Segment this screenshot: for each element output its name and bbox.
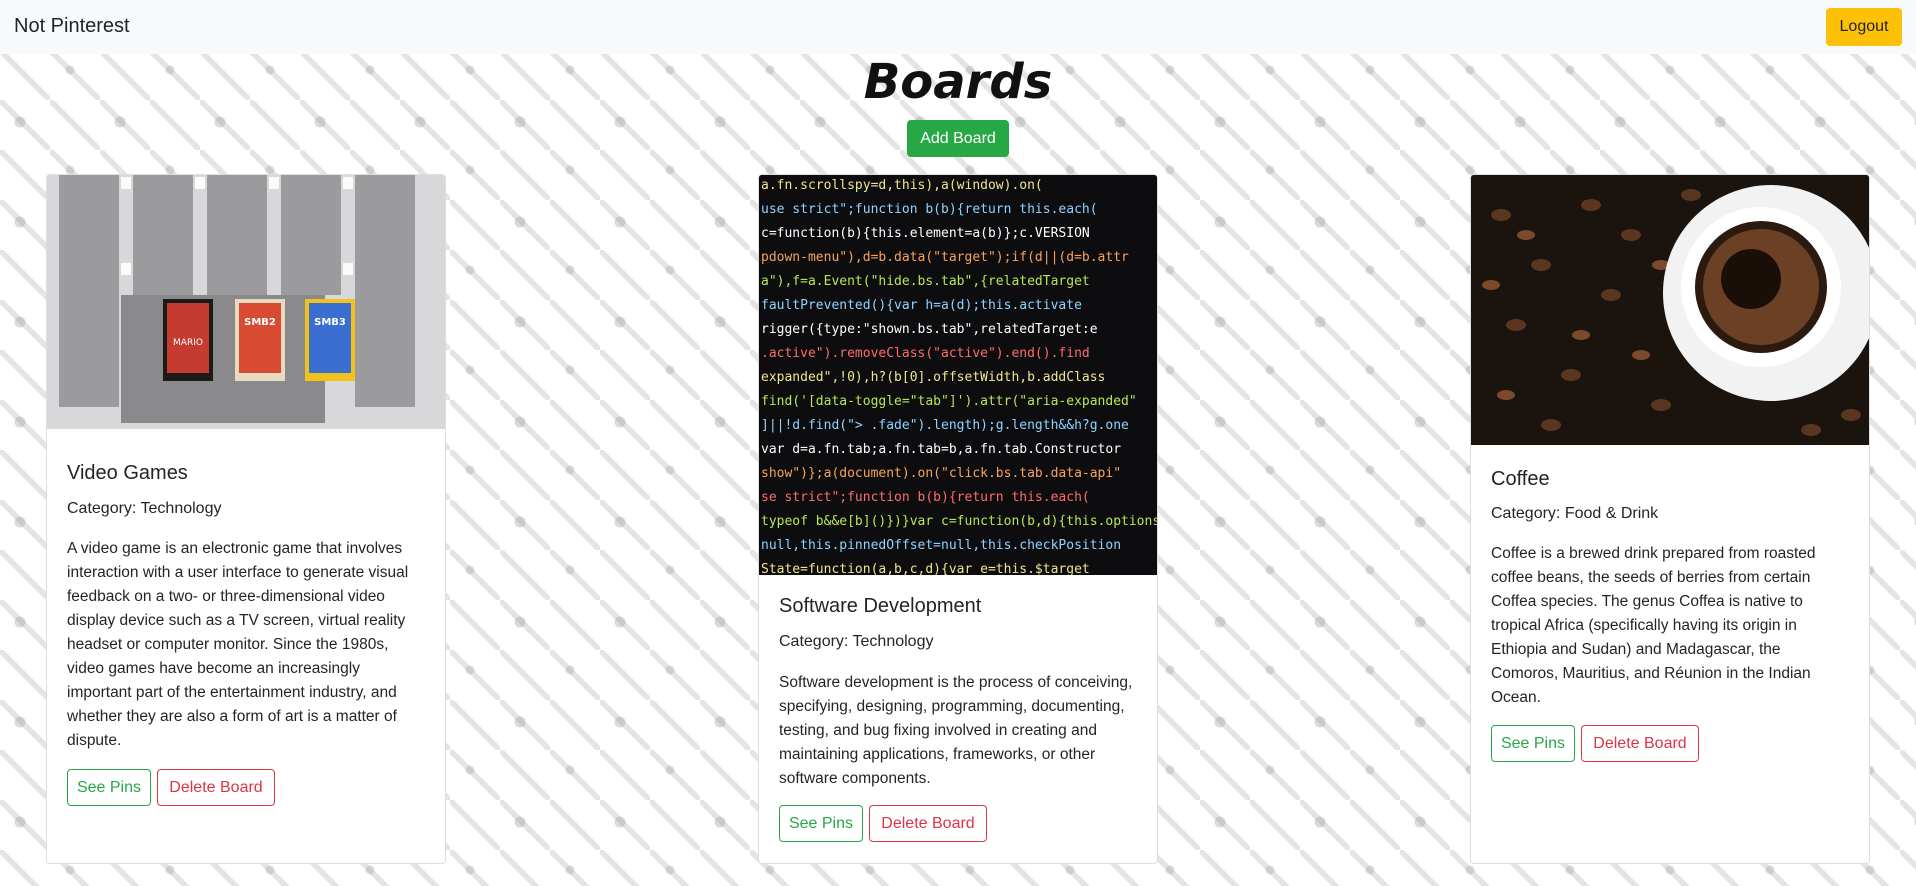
navbar: Not Pinterest Logout <box>0 0 1916 54</box>
svg-text:se strict";function b(b){retur: se strict";function b(b){return this.eac… <box>761 490 1090 505</box>
svg-text:faultPrevented(){var h=a(d);th: faultPrevented(){var h=a(d);this.activat… <box>761 298 1082 313</box>
board-description: Coffee is a brewed drink prepared from r… <box>1491 545 1816 706</box>
board-category: Category: Technology <box>779 633 934 650</box>
board-title: Software Development <box>779 595 982 617</box>
board-category: Category: Technology <box>67 500 222 517</box>
svg-text:find('[data-toggle="tab"]').at: find('[data-toggle="tab"]').attr("aria-e… <box>761 394 1137 409</box>
delete-board-button[interactable]: Delete Board <box>1581 725 1699 762</box>
board-category: Category: Food & Drink <box>1491 505 1659 522</box>
board-title: Coffee <box>1491 468 1550 490</box>
svg-text:c=function(b){this.element=a(b: c=function(b){this.element=a(b)};c.VERSI… <box>761 226 1090 241</box>
svg-text:expanded",!0),h?(b[0].offsetWi: expanded",!0),h?(b[0].offsetWidth,b.addC… <box>761 370 1105 385</box>
svg-text:pdown-menu"),d=b.data("target": pdown-menu"),d=b.data("target");if(d||(d… <box>761 250 1129 265</box>
svg-text:var d=a.fn.tab;a.fn.tab=b,a.fn: var d=a.fn.tab;a.fn.tab=b,a.fn.tab.Const… <box>761 442 1121 457</box>
board-card-software-development: a.fn.scrollspy=d,this),a(window).on( use… <box>758 174 1158 864</box>
page-title: Boards <box>863 54 1053 110</box>
see-pins-button[interactable]: See Pins <box>779 805 863 842</box>
svg-text:rigger({type:"shown.bs.tab",re: rigger({type:"shown.bs.tab",relatedTarge… <box>761 322 1098 337</box>
board-description: Software development is the process of c… <box>779 674 1133 787</box>
svg-text:a.fn.scrollspy=d,this),a(windo: a.fn.scrollspy=d,this),a(window).on( <box>761 178 1043 193</box>
logout-button[interactable]: Logout <box>1826 8 1902 46</box>
svg-text:null,this.pinnedOffset=null,th: null,this.pinnedOffset=null,this.checkPo… <box>761 538 1121 553</box>
add-board-button[interactable]: Add Board <box>907 120 1009 157</box>
svg-text:.active").removeClass("active": .active").removeClass("active").end().fi… <box>761 346 1090 361</box>
svg-text:]||!d.find("> .fade").length);: ]||!d.find("> .fade").length);g.length&&… <box>761 418 1129 433</box>
svg-text:show")};a(document).on("click.: show")};a(document).on("click.bs.tab.dat… <box>761 466 1121 481</box>
board-image-coffee <box>1471 175 1869 445</box>
svg-text:SMB3: SMB3 <box>314 317 346 328</box>
delete-board-button[interactable]: Delete Board <box>157 769 275 806</box>
svg-text:use strict";function b(b){retu: use strict";function b(b){return this.ea… <box>761 202 1098 217</box>
svg-text:State=function(a,b,c,d){var e=: State=function(a,b,c,d){var e=this.$targ… <box>761 562 1090 575</box>
svg-text:SMB2: SMB2 <box>244 317 276 328</box>
see-pins-button[interactable]: See Pins <box>1491 725 1575 762</box>
board-description: A video game is an electronic game that … <box>67 540 409 749</box>
svg-text:MARIO: MARIO <box>173 338 203 348</box>
delete-board-button[interactable]: Delete Board <box>869 805 987 842</box>
brand-link[interactable]: Not Pinterest <box>14 15 130 38</box>
svg-text:a"),f=a.Event("hide.bs.tab",{r: a"),f=a.Event("hide.bs.tab",{relatedTarg… <box>761 274 1090 289</box>
svg-text:typeof b&&e[b]()})}var c=funct: typeof b&&e[b]()})}var c=function(b,d){t… <box>761 514 1158 529</box>
board-image-software-development: a.fn.scrollspy=d,this),a(window).on( use… <box>759 175 1158 577</box>
board-card-coffee: Coffee Category: Food & Drink Coffee is … <box>1470 174 1870 864</box>
see-pins-button[interactable]: See Pins <box>67 769 151 806</box>
board-card-video-games: MARIO SMB2 SMB3 Video Games Category: Te… <box>46 174 446 864</box>
board-title: Video Games <box>67 462 188 484</box>
board-image-video-games: MARIO SMB2 SMB3 <box>47 175 445 429</box>
